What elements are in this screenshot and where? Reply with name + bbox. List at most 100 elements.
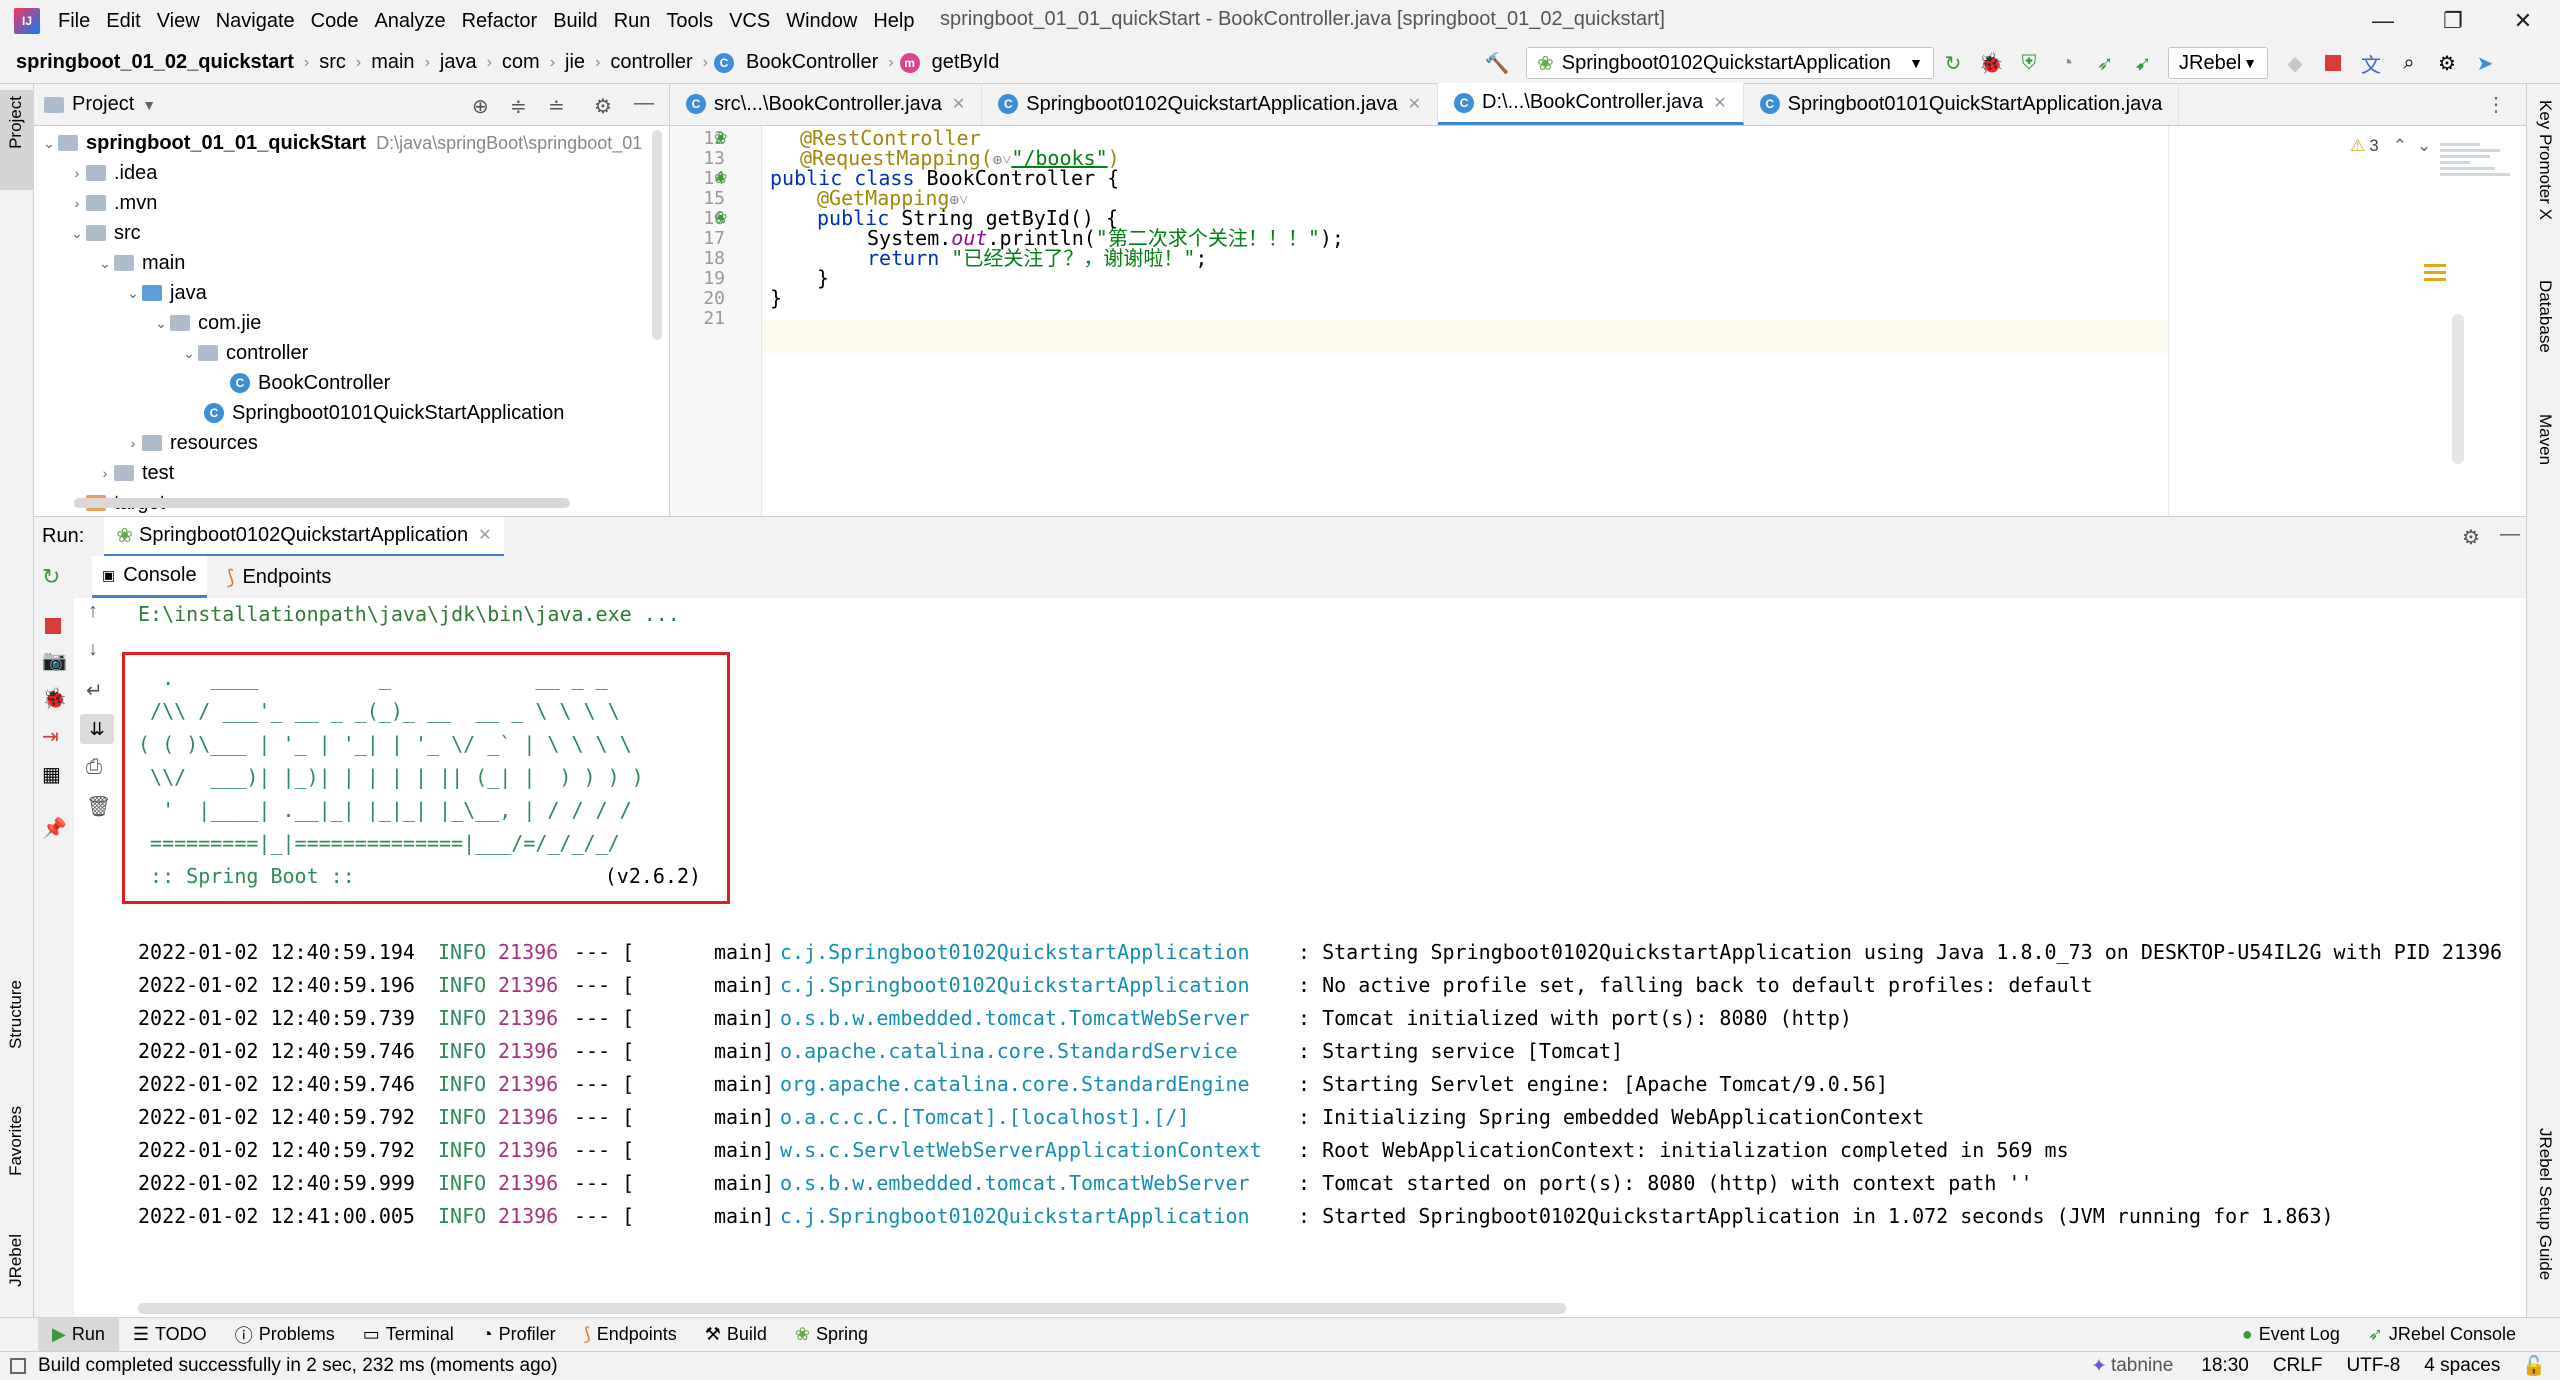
locate-icon[interactable]: ⊕ xyxy=(472,94,489,119)
console-tab[interactable]: ▣ Console xyxy=(92,556,207,598)
menu-file[interactable]: File xyxy=(50,10,98,33)
structure-tool-button[interactable]: Structure xyxy=(6,980,26,1049)
menu-analyze[interactable]: Analyze xyxy=(366,10,453,33)
endpoints-tab[interactable]: ⟆ Endpoints xyxy=(217,556,342,598)
tabnine-status[interactable]: ✦ tabnine xyxy=(2091,1355,2173,1378)
warning-stripe-marks[interactable] xyxy=(2424,260,2446,290)
spring-endpoint-icon[interactable]: ❀ xyxy=(714,208,727,228)
profiler-icon[interactable]: ◔ xyxy=(2052,48,2082,78)
menu-tools[interactable]: Tools xyxy=(658,10,721,33)
caret-position[interactable]: 18:30 xyxy=(2201,1355,2249,1377)
menu-run[interactable]: Run xyxy=(606,10,659,33)
spring-bean-icon[interactable]: ❀ xyxy=(714,128,727,148)
jrebel-console-button[interactable]: ➶ JRebel Console xyxy=(2354,1318,2530,1352)
code-line-18[interactable]: return "已经关注了？，谢谢啦！"; xyxy=(867,242,1207,275)
hammer-icon[interactable]: 🔨 xyxy=(1482,48,1512,78)
debug-icon[interactable]: 🐞 xyxy=(1976,48,2006,78)
stop-icon[interactable] xyxy=(45,618,61,634)
menu-vcs[interactable]: VCS xyxy=(721,10,778,33)
gear-icon[interactable]: ⚙ xyxy=(2462,525,2480,550)
tree-item-application[interactable]: C Springboot0101QuickStartApplication xyxy=(204,398,564,428)
chevron-down-icon[interactable]: ▼ xyxy=(142,97,156,113)
line-separator[interactable]: CRLF xyxy=(2273,1355,2323,1377)
favorites-tool-button[interactable]: Favorites xyxy=(6,1106,26,1176)
print-icon[interactable]: ⎙ xyxy=(86,756,102,779)
more-tabs-icon[interactable]: ⋮ xyxy=(2486,92,2506,117)
menu-refactor[interactable]: Refactor xyxy=(454,10,546,33)
hide-icon[interactable]: — xyxy=(634,92,654,115)
menu-navigate[interactable]: Navigate xyxy=(208,10,303,33)
rerun-icon[interactable]: ↻ xyxy=(42,564,60,590)
tab-bookcontroller-d[interactable]: C D:\...\BookController.java ✕ xyxy=(1438,83,1744,125)
chevron-up-icon[interactable]: ⌃ xyxy=(2393,136,2407,156)
breadcrumb-src[interactable]: src xyxy=(315,51,350,74)
close-icon[interactable]: ✕ xyxy=(952,94,965,114)
code-minimap[interactable] xyxy=(2440,140,2516,200)
pin-icon[interactable]: 📌 xyxy=(42,816,67,841)
gear-icon[interactable]: ⚙ xyxy=(594,94,612,119)
code-line-20[interactable]: } xyxy=(770,282,782,315)
log-logger[interactable]: o.apache.catalina.core.StandardService xyxy=(780,1035,1298,1068)
breadcrumb-method[interactable]: getById xyxy=(928,51,1004,74)
inspection-widget[interactable]: ⚠ 3 ⌃ ⌄ xyxy=(2350,136,2431,156)
editor-scrollbar[interactable] xyxy=(2452,314,2464,464)
todo-tool-button[interactable]: ☰ TODO xyxy=(119,1318,221,1352)
breadcrumb-controller[interactable]: controller xyxy=(606,51,696,74)
close-icon[interactable]: ✕ xyxy=(1408,94,1421,114)
menu-window[interactable]: Window xyxy=(778,10,865,33)
gear-icon[interactable]: ⚙ xyxy=(2432,48,2462,78)
jrebel-debug-icon[interactable]: ➹ xyxy=(2128,48,2158,78)
trash-icon[interactable]: 🗑 xyxy=(86,794,111,819)
key-promoter-tool-button[interactable]: Key Promoter X xyxy=(2535,100,2555,220)
tab-application-0101[interactable]: C Springboot0101QuickStartApplication.ja… xyxy=(1744,83,2180,125)
log-logger[interactable]: o.s.b.w.embedded.tomcat.TomcatWebServer xyxy=(780,1002,1298,1035)
stop-icon[interactable] xyxy=(2318,48,2348,78)
breadcrumb-project[interactable]: springboot_01_02_quickstart xyxy=(12,51,298,74)
menu-build[interactable]: Build xyxy=(545,10,605,33)
tree-item-bookcontroller[interactable]: C BookController xyxy=(230,368,390,398)
tree-item-src[interactable]: ⌄ src xyxy=(68,218,141,248)
log-logger[interactable]: o.s.b.w.embedded.tomcat.TomcatWebServer xyxy=(780,1167,1298,1200)
lock-icon[interactable]: 🔓 xyxy=(2522,1354,2546,1378)
tree-item-mvn[interactable]: › .mvn xyxy=(68,188,158,218)
breadcrumb-class[interactable]: BookController xyxy=(742,51,882,74)
hide-icon[interactable]: — xyxy=(2500,523,2520,546)
expand-all-icon[interactable]: ≑ xyxy=(510,94,527,119)
jrebel-tool-button[interactable]: JRebel xyxy=(6,1234,26,1287)
spring-bean-icon[interactable]: ❀ xyxy=(714,168,727,188)
soft-wrap-icon[interactable]: ↵ xyxy=(86,678,103,703)
tab-bookcontroller-src[interactable]: C src\...\BookController.java ✕ xyxy=(670,83,983,125)
jrebel-run-icon[interactable]: ➶ xyxy=(2090,48,2120,78)
tree-item-resources[interactable]: › resources xyxy=(124,428,258,458)
arrow-up-icon[interactable]: ↑ xyxy=(88,600,98,623)
spring-tool-button[interactable]: ❀ Spring xyxy=(781,1318,882,1352)
maven-tool-button[interactable]: Maven xyxy=(2535,414,2555,465)
project-tool-button[interactable]: Project xyxy=(6,96,26,149)
breadcrumb-java[interactable]: java xyxy=(436,51,481,74)
camera-icon[interactable]: 📷 xyxy=(42,648,67,673)
collapse-all-icon[interactable]: ≐ xyxy=(548,94,565,119)
log-logger[interactable]: c.j.Springboot0102QuickstartApplication xyxy=(780,936,1298,969)
menu-code[interactable]: Code xyxy=(303,10,367,33)
arrow-down-icon[interactable]: ↓ xyxy=(88,638,98,661)
debug-icon[interactable]: 🐞 xyxy=(42,686,67,711)
vertical-scrollbar[interactable] xyxy=(652,130,662,340)
tree-item-idea[interactable]: › .idea xyxy=(68,158,158,188)
close-icon[interactable]: ✕ xyxy=(1713,93,1726,113)
build-tool-button[interactable]: ⚒ Build xyxy=(691,1318,781,1352)
log-logger[interactable]: c.j.Springboot0102QuickstartApplication xyxy=(780,1200,1298,1233)
file-encoding[interactable]: UTF-8 xyxy=(2346,1355,2400,1377)
chevron-down-icon[interactable]: ⌄ xyxy=(2417,136,2431,156)
indent-setting[interactable]: 4 spaces xyxy=(2424,1355,2500,1377)
log-logger[interactable]: c.j.Springboot0102QuickstartApplication xyxy=(780,969,1298,1002)
minimize-icon[interactable]: — xyxy=(2348,0,2418,42)
menu-help[interactable]: Help xyxy=(865,10,922,33)
event-log-button[interactable]: ● Event Log xyxy=(2228,1318,2354,1352)
breadcrumb-main[interactable]: main xyxy=(367,51,418,74)
log-logger[interactable]: w.s.c.ServletWebServerApplicationContext xyxy=(780,1134,1298,1167)
log-logger[interactable]: o.a.c.c.C.[Tomcat].[localhost].[/] xyxy=(780,1101,1298,1134)
breadcrumb-com[interactable]: com xyxy=(498,51,544,74)
project-panel-title[interactable]: Project xyxy=(72,93,134,116)
tree-item-com-jie[interactable]: ⌄ com.jie xyxy=(152,308,261,338)
menu-edit[interactable]: Edit xyxy=(98,10,148,33)
